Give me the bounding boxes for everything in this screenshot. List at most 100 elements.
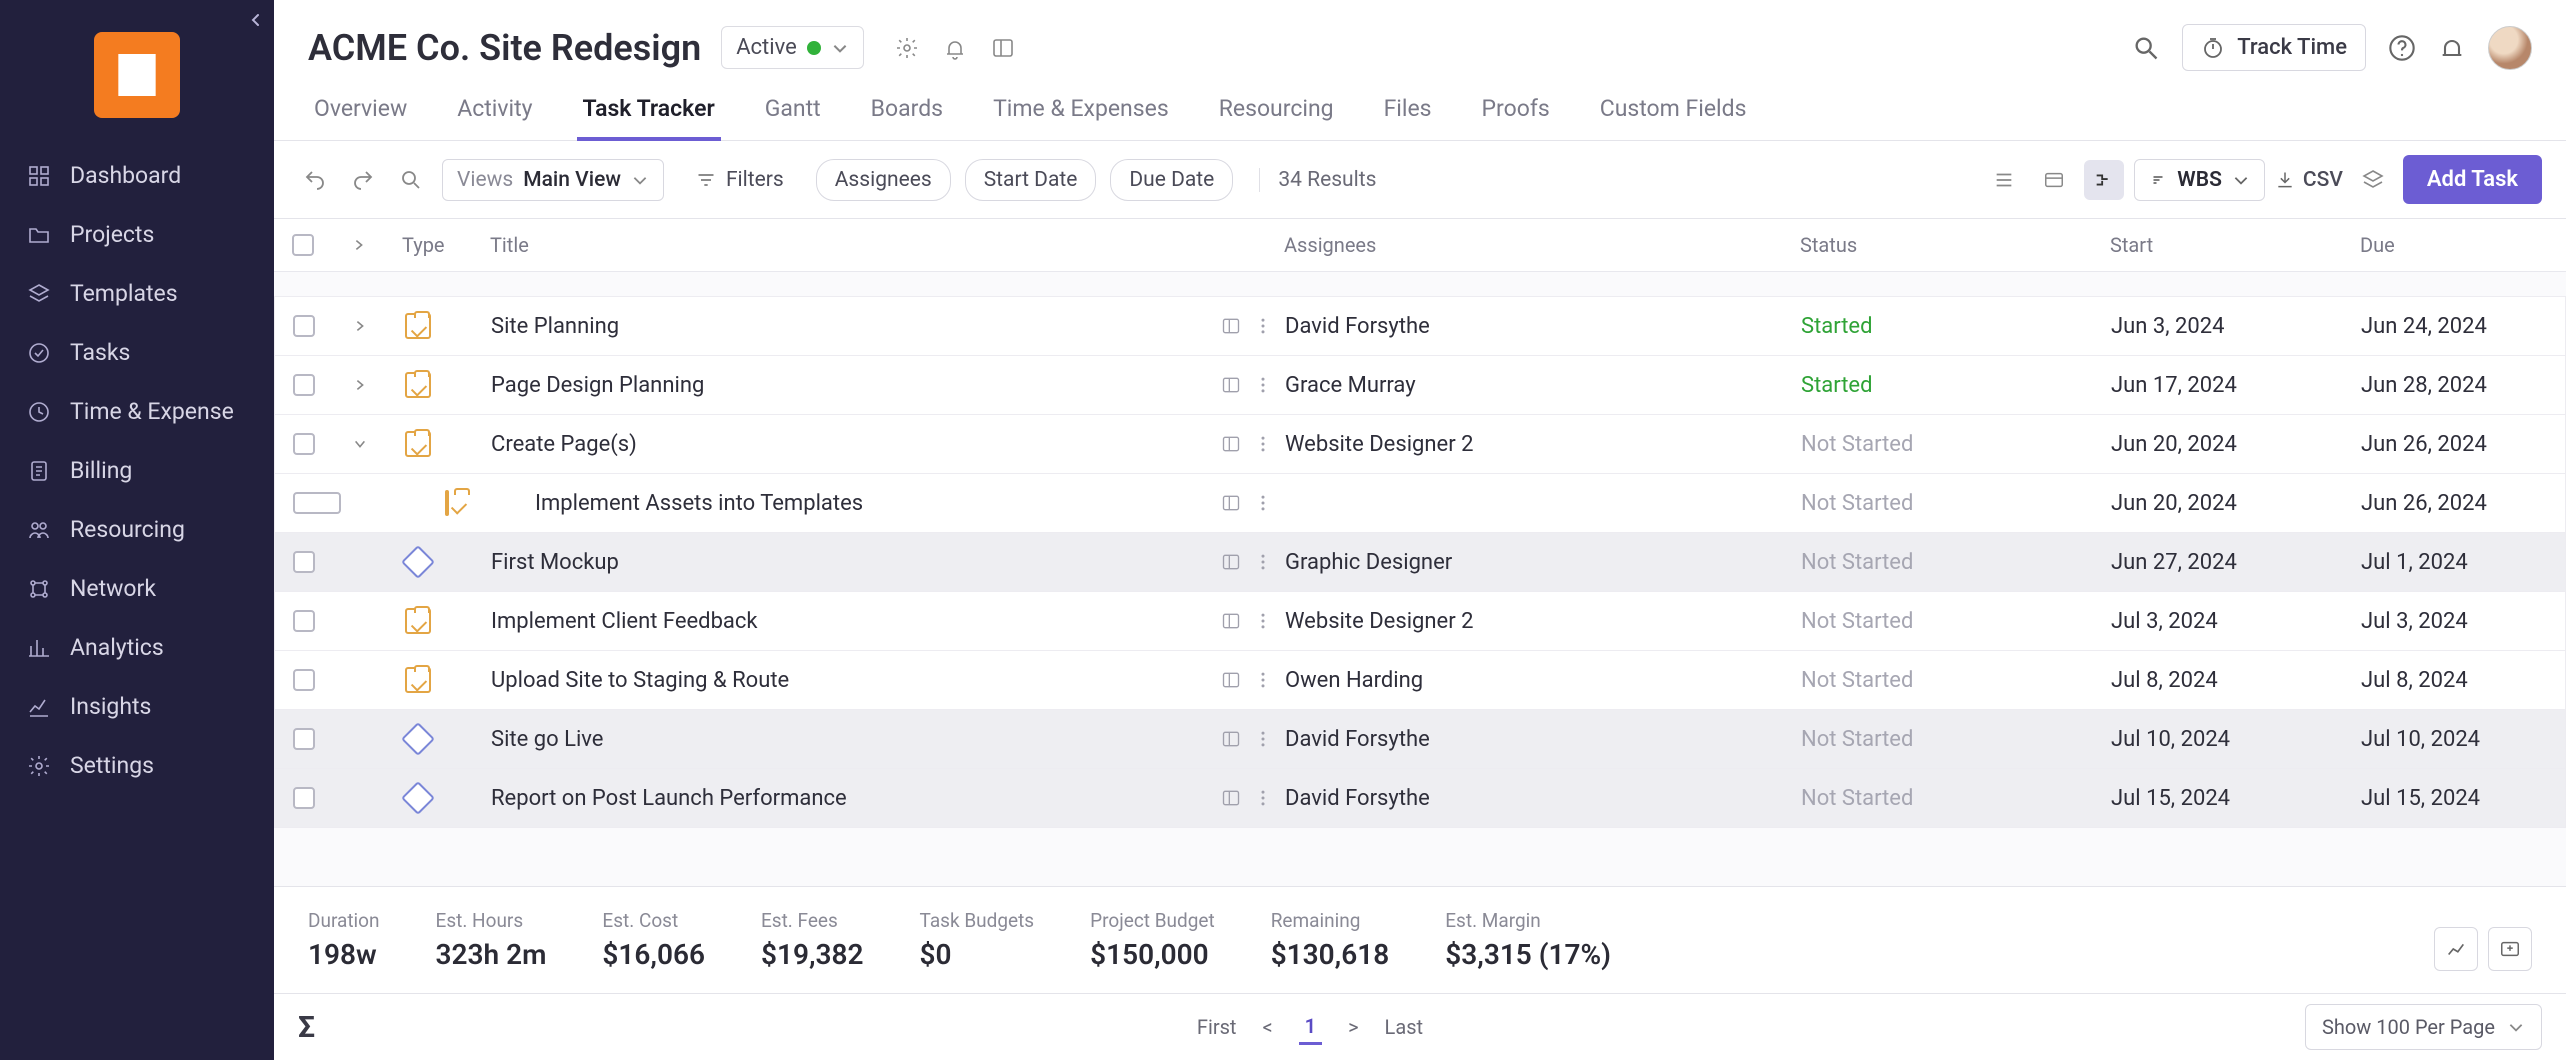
tab-time-expenses[interactable]: Time & Expenses [987,83,1175,140]
row-checkbox[interactable] [293,787,315,809]
project-status-select[interactable]: Active [721,26,864,69]
table-row[interactable]: Site go LiveDavid ForsytheNot StartedJul… [274,710,2566,769]
expand-icon[interactable] [347,415,397,473]
search-tasks-icon[interactable] [394,163,428,197]
add-image-icon[interactable] [2488,927,2532,971]
notifications-bell-icon[interactable] [942,35,968,61]
more-icon[interactable] [1253,316,1273,336]
panel-icon[interactable] [1221,552,1241,572]
wbs-select[interactable]: WBS [2134,159,2265,201]
pager-last[interactable]: Last [1385,1015,1424,1039]
row-checkbox[interactable] [293,433,315,455]
table-row[interactable]: Site PlanningDavid ForsytheStartedJun 3,… [274,296,2566,356]
sidebar-item-time-expense[interactable]: Time & Expense [0,382,274,441]
dependency-view-icon[interactable] [2084,160,2124,200]
row-checkbox[interactable] [293,374,315,396]
panel-icon[interactable] [1221,316,1241,336]
col-title[interactable]: Title [484,233,1278,257]
pager-first[interactable]: First [1197,1015,1237,1039]
col-type[interactable]: Type [396,233,484,257]
tab-activity[interactable]: Activity [451,83,538,140]
tab-overview[interactable]: Overview [308,83,413,140]
help-icon[interactable] [2388,34,2416,62]
row-checkbox[interactable] [293,551,315,573]
sidebar-item-tasks[interactable]: Tasks [0,323,274,382]
panel-icon[interactable] [1221,375,1241,395]
tab-files[interactable]: Files [1378,83,1438,140]
start-date-filter[interactable]: Start Date [965,159,1097,201]
list-view-icon[interactable] [1984,160,2024,200]
sidebar-item-insights[interactable]: Insights [0,677,274,736]
views-select[interactable]: Views Main View [442,159,664,201]
pager-prev[interactable]: < [1262,1015,1272,1039]
more-icon[interactable] [1253,788,1273,808]
sidebar-item-resourcing[interactable]: Resourcing [0,500,274,559]
table-row[interactable]: Create Page(s)Website Designer 2Not Star… [274,415,2566,474]
sidebar-item-analytics[interactable]: Analytics [0,618,274,677]
panel-icon[interactable] [1221,670,1241,690]
due-date-filter[interactable]: Due Date [1110,159,1233,201]
tab-proofs[interactable]: Proofs [1476,83,1556,140]
table-row[interactable]: First MockupGraphic DesignerNot StartedJ… [274,533,2566,592]
table-row[interactable]: Upload Site to Staging & RouteOwen Hardi… [274,651,2566,710]
tab-task-tracker[interactable]: Task Tracker [577,83,721,140]
panel-toggle-icon[interactable] [990,35,1016,61]
expand-icon[interactable] [347,356,397,414]
col-start[interactable]: Start [2104,233,2354,257]
undo-icon[interactable] [298,163,332,197]
sigma-icon[interactable]: Σ [298,1010,315,1045]
search-icon[interactable] [2132,34,2160,62]
per-page-select[interactable]: Show 100 Per Page [2305,1004,2542,1050]
expand-icon[interactable] [347,297,397,355]
sidebar-item-projects[interactable]: Projects [0,205,274,264]
sidebar-item-dashboard[interactable]: Dashboard [0,146,274,205]
more-icon[interactable] [1253,493,1273,513]
panel-icon[interactable] [1221,434,1241,454]
table-row[interactable]: Page Design PlanningGrace MurrayStartedJ… [274,356,2566,415]
app-logo[interactable] [94,32,180,118]
col-status[interactable]: Status [1794,233,2104,257]
card-view-icon[interactable] [2034,160,2074,200]
row-checkbox[interactable] [293,315,315,337]
row-checkbox[interactable] [293,728,315,750]
panel-icon[interactable] [1221,729,1241,749]
expand-all-icon[interactable] [352,238,366,252]
panel-icon[interactable] [1221,493,1241,513]
select-all-checkbox[interactable] [292,234,314,256]
pager-next[interactable]: > [1348,1015,1358,1039]
sidebar-item-templates[interactable]: Templates [0,264,274,323]
more-icon[interactable] [1253,611,1273,631]
col-due[interactable]: Due [2354,233,2554,257]
more-icon[interactable] [1253,375,1273,395]
col-assignees[interactable]: Assignees [1278,233,1794,257]
tab-resourcing[interactable]: Resourcing [1213,83,1340,140]
table-row[interactable]: Implement Client FeedbackWebsite Designe… [274,592,2566,651]
alerts-bell-icon[interactable] [2438,34,2466,62]
tab-custom-fields[interactable]: Custom Fields [1594,83,1753,140]
sidebar-item-settings[interactable]: Settings [0,736,274,795]
tab-gantt[interactable]: Gantt [759,83,827,140]
sidebar-item-billing[interactable]: Billing [0,441,274,500]
track-time-button[interactable]: Track Time [2182,24,2366,71]
csv-export-button[interactable]: CSV [2275,168,2343,192]
tab-boards[interactable]: Boards [865,83,949,140]
more-icon[interactable] [1253,434,1273,454]
table-row[interactable]: Report on Post Launch PerformanceDavid F… [274,769,2566,828]
more-icon[interactable] [1253,552,1273,572]
user-avatar[interactable] [2488,26,2532,70]
sidebar-item-network[interactable]: Network [0,559,274,618]
row-checkbox[interactable] [293,669,315,691]
row-checkbox[interactable] [293,492,341,514]
settings-gear-icon[interactable] [894,35,920,61]
filters-button[interactable]: Filters [678,160,802,200]
chart-icon[interactable] [2434,927,2478,971]
more-icon[interactable] [1253,670,1273,690]
redo-icon[interactable] [346,163,380,197]
layers-icon[interactable] [2353,160,2393,200]
assignees-filter[interactable]: Assignees [816,159,951,201]
add-task-button[interactable]: Add Task [2403,155,2542,204]
panel-icon[interactable] [1221,788,1241,808]
sidebar-collapse-icon[interactable] [248,12,264,28]
table-row[interactable]: Implement Assets into TemplatesNot Start… [274,474,2566,533]
row-checkbox[interactable] [293,610,315,632]
